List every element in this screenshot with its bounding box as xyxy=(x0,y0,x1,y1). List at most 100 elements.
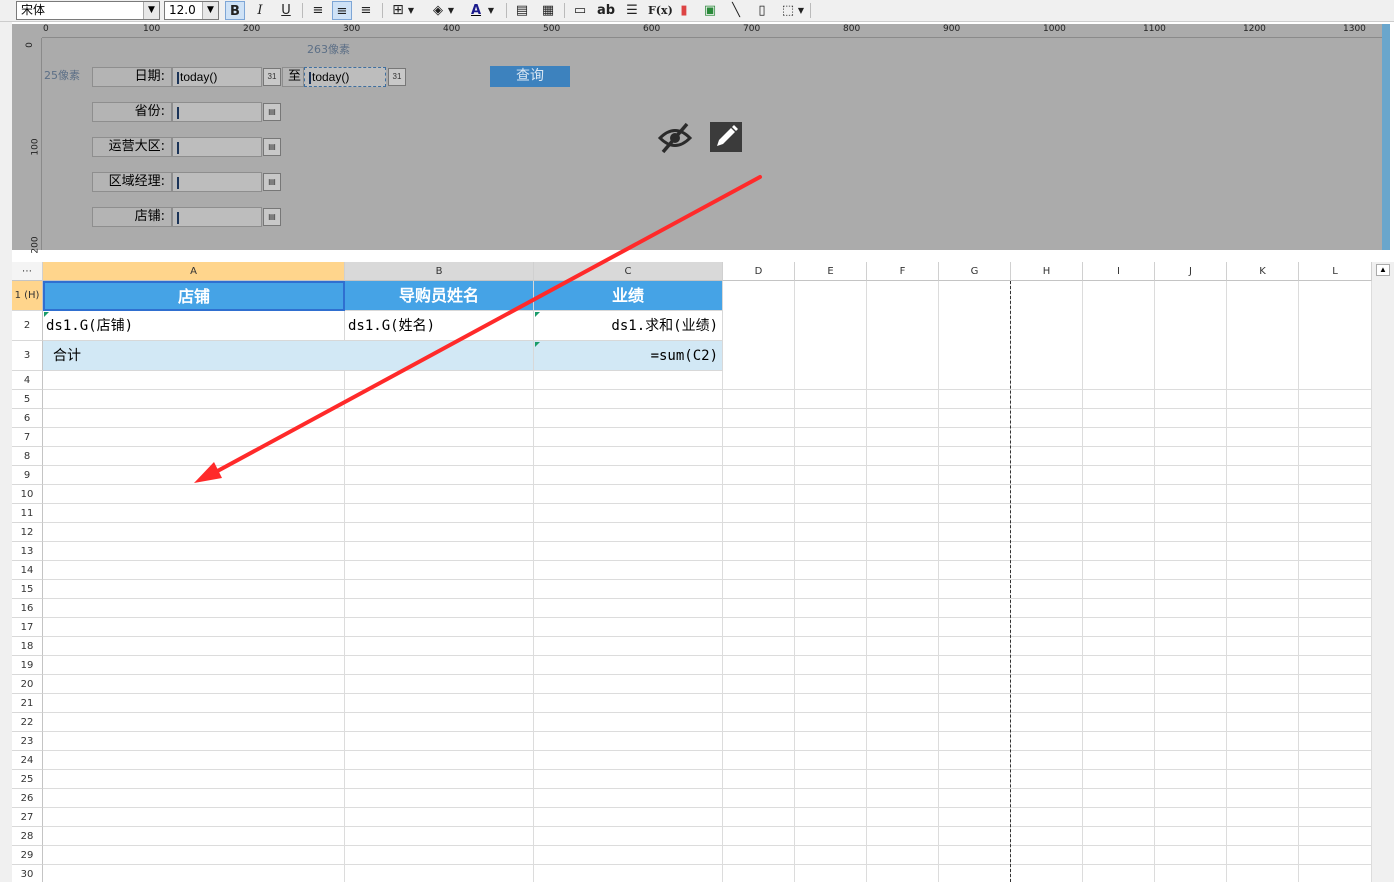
align-right-icon[interactable]: ≡ xyxy=(356,1,376,20)
row-header[interactable]: 11 xyxy=(12,504,43,523)
cell-c2[interactable]: ds1.求和(业绩) xyxy=(534,311,723,341)
italic-button[interactable]: I xyxy=(250,1,270,20)
chevron-up-icon[interactable]: ▲ xyxy=(1376,264,1390,276)
column-header-l[interactable]: L xyxy=(1299,262,1372,281)
cell-a1[interactable]: 店铺 xyxy=(43,281,345,311)
date-from-input[interactable]: today() xyxy=(172,67,262,87)
paragraph-icon[interactable]: ☰ xyxy=(622,1,642,20)
insert-text-icon[interactable]: ▭ xyxy=(570,1,590,20)
row-header[interactable]: 5 xyxy=(12,390,43,409)
row-header[interactable]: 30 xyxy=(12,865,43,882)
region-input[interactable] xyxy=(172,137,262,157)
row-header[interactable]: 21 xyxy=(12,694,43,713)
row-header[interactable]: 2 xyxy=(12,311,43,341)
merge-cells-icon[interactable]: ▤ xyxy=(512,1,532,20)
store-input[interactable] xyxy=(172,207,262,227)
cell-b1[interactable]: 导购员姓名 xyxy=(345,281,534,311)
row-header[interactable]: 12 xyxy=(12,523,43,542)
hide-eye-icon[interactable] xyxy=(657,121,693,155)
grid-scrollbar[interactable]: ▲ xyxy=(1372,262,1394,882)
column-header-a[interactable]: A xyxy=(43,262,345,281)
calendar-icon[interactable]: 31 xyxy=(388,68,406,86)
formula-button[interactable]: F(x) xyxy=(648,1,673,20)
row-header[interactable]: 27 xyxy=(12,808,43,827)
row-header[interactable]: 25 xyxy=(12,770,43,789)
chevron-down-icon[interactable]: ▼ xyxy=(485,1,497,20)
chevron-down-icon[interactable]: ▼ xyxy=(202,2,218,19)
column-header-c[interactable]: C xyxy=(534,262,723,281)
column-header-g[interactable]: G xyxy=(939,262,1011,281)
row-header[interactable]: 15 xyxy=(12,580,43,599)
cell-a3-merged[interactable]: 合计 xyxy=(43,341,534,371)
grid-corner[interactable]: ⋯ xyxy=(12,262,43,281)
cell-b2[interactable]: ds1.G(姓名) xyxy=(345,311,534,341)
chevron-down-icon[interactable]: ▼ xyxy=(795,1,807,20)
cell-c2-text: ds1.求和(业绩) xyxy=(611,318,718,334)
column-header-f[interactable]: F xyxy=(867,262,939,281)
row-header[interactable]: 1 (H) xyxy=(12,281,43,311)
slash-icon[interactable]: ╲ xyxy=(726,1,746,20)
row-header[interactable]: 10 xyxy=(12,485,43,504)
column-header-i[interactable]: I xyxy=(1083,262,1155,281)
spreadsheet-grid[interactable]: ⋯ A B C D E F G H I J K L 1 (H) 2 3 4 5 6 7 8 9 1… xyxy=(12,262,1372,882)
unmerge-cells-icon[interactable]: ▦ xyxy=(538,1,558,20)
align-center-icon[interactable]: ≡ xyxy=(332,1,352,20)
font-size-select[interactable]: 12.0 ▼ xyxy=(164,1,219,20)
row-header[interactable]: 3 xyxy=(12,341,43,371)
row-header[interactable]: 24 xyxy=(12,751,43,770)
manager-input[interactable] xyxy=(172,172,262,192)
edit-pencil-icon[interactable] xyxy=(709,121,743,153)
chevron-down-icon[interactable]: ▼ xyxy=(405,1,417,20)
row-header[interactable]: 22 xyxy=(12,713,43,732)
ruler-tick: 500 xyxy=(543,24,561,34)
row-header[interactable]: 26 xyxy=(12,789,43,808)
province-input[interactable] xyxy=(172,102,262,122)
dropdown-tree-icon[interactable]: ▤ xyxy=(263,173,281,191)
left-gutter xyxy=(0,22,12,882)
column-header-d[interactable]: D xyxy=(723,262,795,281)
dropdown-tree-icon[interactable]: ▤ xyxy=(263,208,281,226)
column-header-j[interactable]: J xyxy=(1155,262,1227,281)
date-to-input[interactable]: today() xyxy=(304,67,386,87)
cell-c3[interactable]: =sum(C2) xyxy=(534,341,723,371)
chevron-down-icon[interactable]: ▼ xyxy=(143,2,159,19)
row-header[interactable]: 19 xyxy=(12,656,43,675)
cell-a2[interactable]: ds1.G(店铺) xyxy=(43,311,345,341)
calendar-icon[interactable]: 31 xyxy=(263,68,281,86)
dropdown-tree-icon[interactable]: ▤ xyxy=(263,103,281,121)
row-header[interactable]: 28 xyxy=(12,827,43,846)
row-header[interactable]: 14 xyxy=(12,561,43,580)
ruler-tick: 100 xyxy=(30,138,41,156)
chevron-down-icon[interactable]: ▼ xyxy=(445,1,457,20)
row-header[interactable]: 8 xyxy=(12,447,43,466)
row-header[interactable]: 13 xyxy=(12,542,43,561)
row-header[interactable]: 29 xyxy=(12,846,43,865)
row-header[interactable]: 23 xyxy=(12,732,43,751)
text-format-button[interactable]: ab xyxy=(596,1,616,20)
underline-button[interactable]: U xyxy=(276,1,296,20)
row-header[interactable]: 9 xyxy=(12,466,43,485)
column-header-e[interactable]: E xyxy=(795,262,867,281)
font-family-select[interactable]: 宋体 ▼ xyxy=(16,1,160,20)
column-header-k[interactable]: K xyxy=(1227,262,1299,281)
row-header[interactable]: 16 xyxy=(12,599,43,618)
cell-c1[interactable]: 业绩 xyxy=(534,281,723,311)
ruler-tick: 300 xyxy=(343,24,361,34)
sub-report-icon[interactable]: ▯ xyxy=(752,1,772,20)
row-header[interactable]: 17 xyxy=(12,618,43,637)
row-header[interactable]: 18 xyxy=(12,637,43,656)
column-header-h[interactable]: H xyxy=(1011,262,1083,281)
row-header[interactable]: 7 xyxy=(12,428,43,447)
row-header[interactable]: 20 xyxy=(12,675,43,694)
align-left-icon[interactable]: ≡ xyxy=(308,1,328,20)
query-button[interactable]: 查询 xyxy=(490,66,570,87)
dropdown-tree-icon[interactable]: ▤ xyxy=(263,138,281,156)
chart-icon[interactable]: ▮ xyxy=(674,1,694,20)
image-icon[interactable]: ▣ xyxy=(700,1,720,20)
font-color-icon[interactable]: A xyxy=(466,1,486,20)
panel-scrollbar[interactable] xyxy=(1382,24,1390,250)
row-header[interactable]: 6 xyxy=(12,409,43,428)
column-header-b[interactable]: B xyxy=(345,262,534,281)
row-header[interactable]: 4 xyxy=(12,371,43,390)
bold-button[interactable]: B xyxy=(225,1,245,20)
